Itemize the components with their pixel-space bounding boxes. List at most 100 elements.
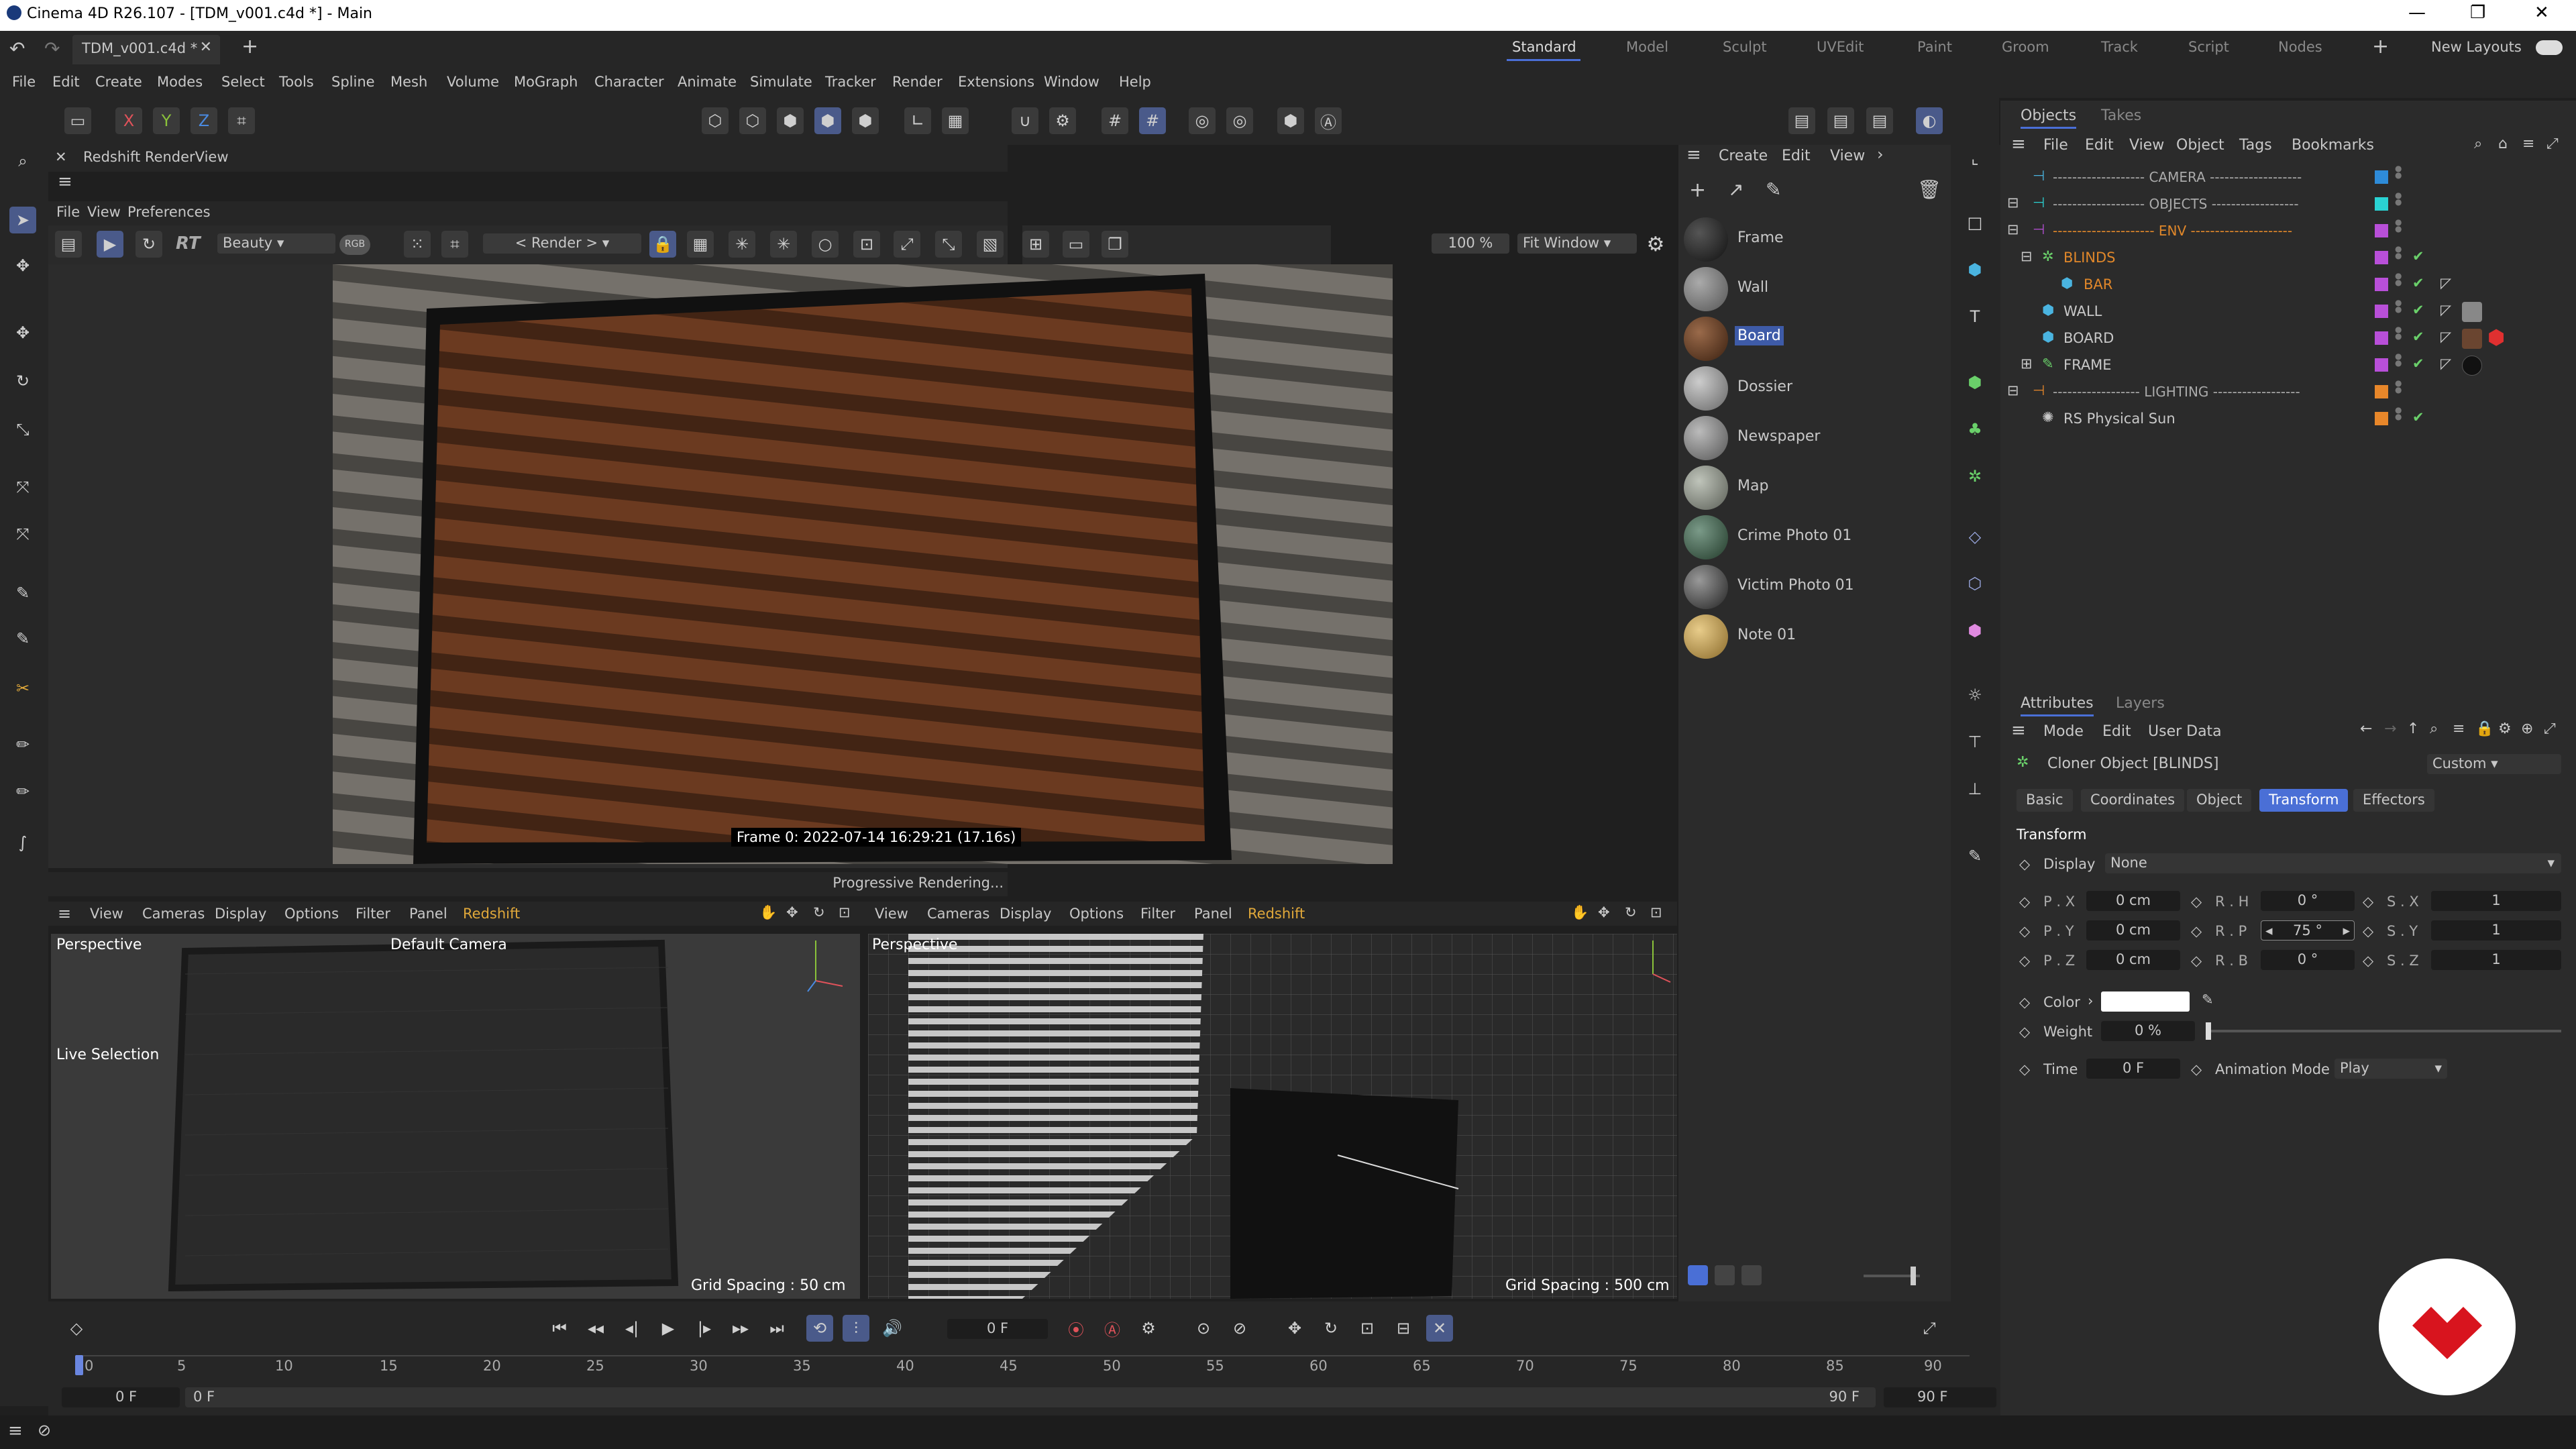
- collapse-icon[interactable]: ⊟: [2007, 221, 2019, 237]
- film-icon[interactable]: ▭: [64, 107, 91, 134]
- menu-animate[interactable]: Animate: [678, 74, 737, 90]
- vpr-view[interactable]: View: [875, 906, 908, 922]
- menu-tools[interactable]: Tools: [279, 74, 314, 90]
- rv-menu-file[interactable]: File: [56, 204, 80, 220]
- autokey-icon[interactable]: Ⓐ: [1315, 107, 1342, 134]
- obj-menu-edit[interactable]: Edit: [2085, 137, 2114, 154]
- end-frame-field[interactable]: 90 F: [1884, 1387, 1996, 1407]
- preset-select[interactable]: Custom ▾: [2427, 754, 2561, 774]
- object-row-rs-physical-sun[interactable]: ✺ RS Physical Sun ● ● ✔: [2000, 406, 2576, 433]
- vpl-view[interactable]: View: [90, 906, 123, 922]
- timeline-expand-icon[interactable]: ⤢: [1916, 1315, 1943, 1342]
- current-frame-field[interactable]: 0 F: [947, 1319, 1048, 1339]
- keyframe-diamond-icon[interactable]: ◇: [2019, 856, 2030, 872]
- layout-track[interactable]: Track: [2101, 39, 2138, 55]
- layer-color-swatch[interactable]: [2375, 224, 2388, 237]
- close-tab-icon[interactable]: ✕: [200, 39, 212, 56]
- gear-snap-icon[interactable]: ⚙: [1049, 107, 1076, 134]
- layout-model[interactable]: Model: [1626, 39, 1668, 55]
- light-object-icon[interactable]: ☼: [1962, 682, 1988, 708]
- vpl-move-icon[interactable]: ✥: [786, 904, 798, 920]
- maximize-icon[interactable]: ❐: [2470, 3, 2485, 23]
- key-auto-icon[interactable]: ⊘: [1226, 1315, 1253, 1342]
- back-arrow-icon[interactable]: ←: [2360, 720, 2372, 737]
- expand-icon[interactable]: ⤢: [894, 231, 920, 258]
- material-tag-icon[interactable]: [2462, 302, 2482, 322]
- sz-field[interactable]: 1: [2431, 950, 2561, 970]
- sketch-icon[interactable]: ✎: [9, 625, 36, 652]
- layout-groom[interactable]: Groom: [2002, 39, 2049, 55]
- attr-add-icon[interactable]: ⊕: [2521, 720, 2533, 737]
- null-object-icon[interactable]: □: [1962, 209, 1988, 236]
- phong-tag-icon[interactable]: ◸: [2440, 275, 2451, 291]
- layout-uvedit[interactable]: UVEdit: [1817, 39, 1864, 55]
- obj-home-icon[interactable]: ⌂: [2498, 136, 2508, 152]
- snapshot-add-icon[interactable]: ⊞: [1022, 231, 1049, 258]
- move-snap-icon[interactable]: ✥: [9, 252, 36, 279]
- start-render-icon[interactable]: ▶: [97, 231, 123, 258]
- python-icon[interactable]: ⬢: [1277, 107, 1304, 134]
- tab-objects[interactable]: Objects: [2021, 107, 2077, 129]
- field-icon[interactable]: ◇: [1962, 523, 1988, 550]
- object-row-lighting[interactable]: ⊟ ⊣ ------------------ LIGHTING --------…: [2000, 379, 2576, 407]
- vpl-redshift[interactable]: Redshift: [463, 906, 520, 922]
- vpr-maximize-icon[interactable]: ⊡: [1650, 904, 1662, 920]
- loop-icon[interactable]: ⟲: [806, 1315, 833, 1342]
- layout-sculpt[interactable]: Sculpt: [1723, 39, 1767, 55]
- collapse-icon[interactable]: ⊟: [2007, 195, 2019, 211]
- render-queue-icon[interactable]: ▤: [1866, 107, 1893, 134]
- aov-select[interactable]: Beauty ▾: [217, 233, 335, 254]
- select-icon[interactable]: ➤: [9, 207, 36, 233]
- layer-color-swatch[interactable]: [2375, 278, 2388, 291]
- go-to-start-icon[interactable]: ⏮: [546, 1315, 573, 1342]
- add-document-icon[interactable]: +: [241, 35, 258, 58]
- visibility-dots-icon[interactable]: ● ●: [2395, 406, 2402, 421]
- search-icon[interactable]: ⌕: [9, 148, 36, 174]
- keyframe-diamond-icon[interactable]: ◇: [2191, 923, 2202, 939]
- layout-nodes[interactable]: Nodes: [2278, 39, 2322, 55]
- preview-range-bar[interactable]: 0 F 90 F: [185, 1387, 1876, 1407]
- keyframe-diamond-icon[interactable]: ◇: [2019, 994, 2030, 1010]
- layer-color-swatch[interactable]: [2375, 385, 2388, 398]
- layout-toggle[interactable]: [2536, 40, 2563, 55]
- layer-color-swatch[interactable]: [2375, 305, 2388, 318]
- workplane-icon[interactable]: ▦: [942, 107, 969, 134]
- menu-render[interactable]: Render: [892, 74, 943, 90]
- brush-icon[interactable]: ✏: [9, 731, 36, 758]
- sx-field[interactable]: 1: [2431, 891, 2561, 911]
- x-axis-icon[interactable]: X: [115, 107, 142, 134]
- enabled-check-icon[interactable]: ✔: [2412, 356, 2424, 372]
- tab-attributes[interactable]: Attributes: [2021, 695, 2094, 716]
- document-tab[interactable]: TDM_v001.c4d * ✕: [72, 35, 220, 64]
- layer-color-swatch[interactable]: [2375, 251, 2388, 264]
- keyframe-diamond-icon[interactable]: ◇: [2363, 894, 2373, 910]
- collapse-icon[interactable]: ⊟: [2007, 382, 2019, 398]
- scene-object-icon[interactable]: ⊤: [1962, 729, 1988, 755]
- px-field[interactable]: 0 cm: [2086, 891, 2180, 911]
- grid-view-icon[interactable]: ▦: [687, 231, 714, 258]
- rv-menu-preferences[interactable]: Preferences: [127, 204, 211, 220]
- expand-row-icon[interactable]: ⊞: [2021, 356, 2033, 372]
- menu-select[interactable]: Select: [221, 74, 265, 90]
- target-icon[interactable]: ◎: [1226, 107, 1253, 134]
- material-dossier[interactable]: Dossier: [1684, 365, 1945, 412]
- enabled-check-icon[interactable]: ✔: [2412, 248, 2424, 264]
- compare-icon[interactable]: ⤡: [935, 231, 962, 258]
- menu-extensions[interactable]: Extensions: [958, 74, 1034, 90]
- spline-pen-icon[interactable]: ✎: [9, 580, 36, 606]
- lock-render-icon[interactable]: 🔒: [649, 231, 676, 258]
- layer-color-swatch[interactable]: [2375, 197, 2388, 211]
- material-note[interactable]: Note 01: [1684, 613, 1945, 660]
- eyedropper-icon[interactable]: ✎: [2202, 991, 2214, 1008]
- sound-icon[interactable]: 🔊: [879, 1315, 906, 1342]
- menu-file[interactable]: File: [12, 74, 36, 90]
- coordinate-system-icon[interactable]: ⌗: [228, 107, 255, 134]
- magnet-icon[interactable]: ∪: [1012, 107, 1038, 134]
- material-size-slider-handle[interactable]: [1911, 1267, 1916, 1285]
- rh-field[interactable]: 0 °: [2261, 891, 2355, 911]
- undo-icon[interactable]: ↶: [9, 38, 25, 60]
- list-view-icon[interactable]: [1688, 1265, 1708, 1285]
- material-board[interactable]: Board: [1684, 315, 1945, 362]
- model-mode-icon[interactable]: ⬢: [814, 107, 841, 134]
- mat-delete-icon[interactable]: 🗑: [1917, 178, 1941, 201]
